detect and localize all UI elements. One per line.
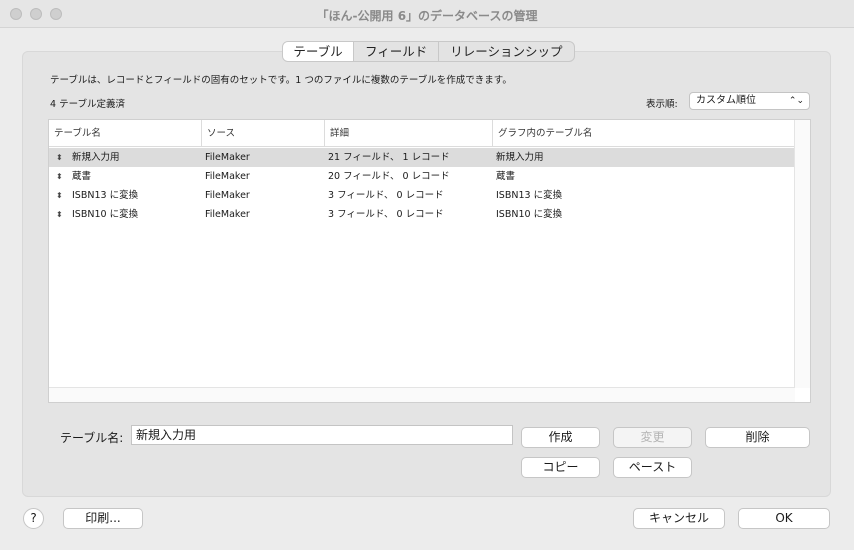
row-source: FileMaker <box>205 171 250 182</box>
table-count: 4 テーブル定義済 <box>50 99 125 110</box>
title-bar: 「ほん-公開用 6」のデータベースの管理 <box>0 0 854 28</box>
ok-button[interactable]: OK <box>738 508 830 529</box>
row-table-name: ISBN13 に変換 <box>72 190 139 201</box>
tab-tables[interactable]: テーブル <box>283 42 353 61</box>
row-table-name: ISBN10 に変換 <box>72 209 139 220</box>
table-name-label: テーブル名: <box>60 431 124 445</box>
cancel-button[interactable]: キャンセル <box>633 508 725 529</box>
row-source: FileMaker <box>205 209 250 220</box>
sort-order-select[interactable]: カスタム順位 ⌃⌄ <box>689 92 810 110</box>
sort-order-value: カスタム順位 <box>696 95 756 106</box>
table-name-input[interactable]: 新規入力用 <box>131 425 513 445</box>
table-row[interactable]: ⬍ ISBN10 に変換 FileMaker 3 フィールド、 0 レコード I… <box>49 205 795 224</box>
updown-arrows-icon[interactable]: ⬍ <box>56 148 63 167</box>
tab-fields[interactable]: フィールド <box>353 42 438 61</box>
row-table-name: 新規入力用 <box>72 152 120 163</box>
row-graph-name: 新規入力用 <box>496 152 544 163</box>
manage-database-window: 「ほん-公開用 6」のデータベースの管理 テーブル フィールド リレーションシッ… <box>0 0 854 550</box>
column-header-table-name[interactable]: テーブル名 <box>49 120 201 147</box>
row-graph-name: ISBN10 に変換 <box>496 209 563 220</box>
table-row[interactable]: ⬍ 蔵書 FileMaker 20 フィールド、 0 レコード 蔵書 <box>49 167 795 186</box>
row-table-name: 蔵書 <box>72 171 92 182</box>
help-button[interactable]: ? <box>23 508 44 529</box>
column-header-graph-name[interactable]: グラフ内のテーブル名 <box>492 120 795 147</box>
table-header: テーブル名 ソース 詳細 グラフ内のテーブル名 <box>49 120 795 147</box>
row-details: 21 フィールド、 1 レコード <box>328 152 450 163</box>
tables-description: テーブルは、レコードとフィールドの固有のセットです。1 つのファイルに複数のテー… <box>50 75 512 86</box>
tables-list: テーブル名 ソース 詳細 グラフ内のテーブル名 ⬍ 新規入力用 FileMake… <box>48 119 811 403</box>
row-graph-name: ISBN13 に変換 <box>496 190 563 201</box>
updown-arrows-icon[interactable]: ⬍ <box>56 167 63 186</box>
updown-arrows-icon[interactable]: ⬍ <box>56 205 63 224</box>
paste-button[interactable]: ペースト <box>613 457 692 478</box>
vertical-scrollbar[interactable] <box>794 120 810 388</box>
row-source: FileMaker <box>205 152 250 163</box>
window-title: 「ほん-公開用 6」のデータベースの管理 <box>316 9 538 23</box>
create-button[interactable]: 作成 <box>521 427 600 448</box>
delete-button[interactable]: 削除 <box>705 427 810 448</box>
sort-label: 表示順: <box>646 99 678 110</box>
print-button[interactable]: 印刷... <box>63 508 143 529</box>
copy-button[interactable]: コピー <box>521 457 600 478</box>
updown-arrows-icon[interactable]: ⬍ <box>56 186 63 205</box>
column-header-details[interactable]: 詳細 <box>324 120 492 147</box>
chevron-updown-icon: ⌃⌄ <box>788 96 804 106</box>
horizontal-scrollbar[interactable] <box>49 387 795 402</box>
tab-group: テーブル フィールド リレーションシップ <box>282 41 575 62</box>
table-row[interactable]: ⬍ ISBN13 に変換 FileMaker 3 フィールド、 0 レコード I… <box>49 186 795 205</box>
row-details: 3 フィールド、 0 レコード <box>328 209 444 220</box>
row-details: 20 フィールド、 0 レコード <box>328 171 450 182</box>
row-details: 3 フィールド、 0 レコード <box>328 190 444 201</box>
table-row[interactable]: ⬍ 新規入力用 FileMaker 21 フィールド、 1 レコード 新規入力用 <box>49 148 795 167</box>
tab-relationships[interactable]: リレーションシップ <box>438 42 573 61</box>
change-button[interactable]: 変更 <box>613 427 692 448</box>
row-source: FileMaker <box>205 190 250 201</box>
row-graph-name: 蔵書 <box>496 171 516 182</box>
column-header-source[interactable]: ソース <box>201 120 324 147</box>
